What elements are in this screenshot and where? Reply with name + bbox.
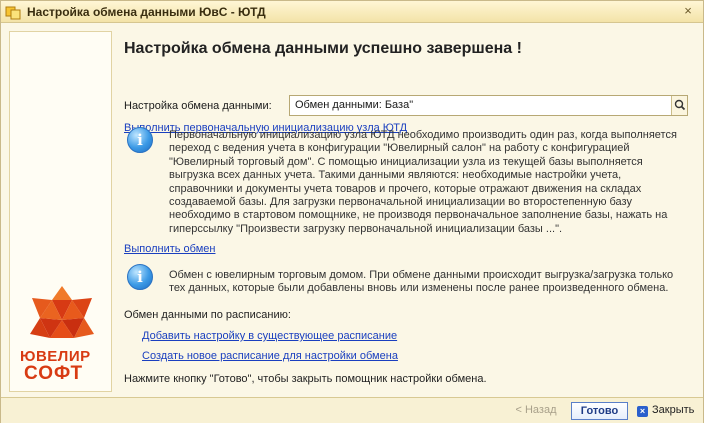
info-line: необходимо в стартовом помощнике, не про…: [169, 209, 668, 222]
side-panel: ЮВЕЛИР СОФТ: [9, 31, 112, 392]
create-schedule-link[interactable]: Создать новое расписание для настройки о…: [142, 350, 398, 362]
info-line: Обмен с ювелирным торговым домом. При об…: [169, 269, 674, 281]
footer-bar: < Назад Готово × Закрыть: [1, 397, 703, 423]
info-line: выгрузка всех данных учета. Такими данны…: [169, 169, 622, 182]
info-icon: i: [127, 127, 153, 153]
info-line: гиперссылку "Произвести загрузку первона…: [169, 222, 563, 235]
close-hint-text: Нажмите кнопку "Готово", чтобы закрыть п…: [124, 373, 487, 385]
main-content: Настройка обмена данными успешно заверше…: [113, 23, 703, 397]
info-line: "Ювелирный торговый дом". С помощью иниц…: [169, 155, 643, 168]
wizard-window: Настройка обмена данными ЮвС - ЮТД × ЮВЕ…: [0, 0, 704, 423]
info-icon: i: [127, 264, 153, 290]
close-icon: ×: [637, 406, 648, 417]
search-icon[interactable]: [671, 96, 687, 115]
back-button[interactable]: < Назад: [513, 402, 559, 420]
exchange-setting-field[interactable]: Обмен данными: База": [289, 95, 688, 116]
add-to-schedule-link[interactable]: Добавить настройку в существующее распис…: [142, 330, 397, 342]
exchange-setting-label: Настройка обмена данными:: [124, 100, 272, 112]
info-line: переход с ведения учета в конфигурации "…: [169, 142, 630, 155]
page-title: Настройка обмена данными успешно заверше…: [124, 40, 522, 57]
title-bar: Настройка обмена данными ЮвС - ЮТД ×: [1, 1, 703, 23]
run-exchange-link[interactable]: Выполнить обмен: [124, 243, 215, 255]
close-button[interactable]: × Закрыть: [635, 402, 699, 420]
logo-text-bottom: СОФТ: [24, 363, 84, 384]
close-button-label: Закрыть: [652, 404, 695, 416]
info-line: создаваемой базы. Для загрузки первонача…: [169, 196, 632, 209]
info-line: тех данных, которые были добавлены вновь…: [169, 282, 669, 295]
close-window-icon[interactable]: ×: [681, 4, 695, 18]
info-line: справочники и документы учета товаров и …: [169, 182, 642, 195]
init-info-text: Первоначальную инициализацию узла ЮТД не…: [169, 129, 704, 236]
exchange-info-text: Обмен с ювелирным торговым домом. При об…: [169, 269, 704, 296]
schedule-label: Обмен данными по расписанию:: [124, 309, 291, 321]
done-button[interactable]: Готово: [571, 402, 628, 420]
window-title: Настройка обмена данными ЮвС - ЮТД: [27, 4, 266, 19]
app-icon: [5, 4, 21, 20]
info-line: Первоначальную инициализацию узла ЮТД не…: [169, 129, 677, 141]
